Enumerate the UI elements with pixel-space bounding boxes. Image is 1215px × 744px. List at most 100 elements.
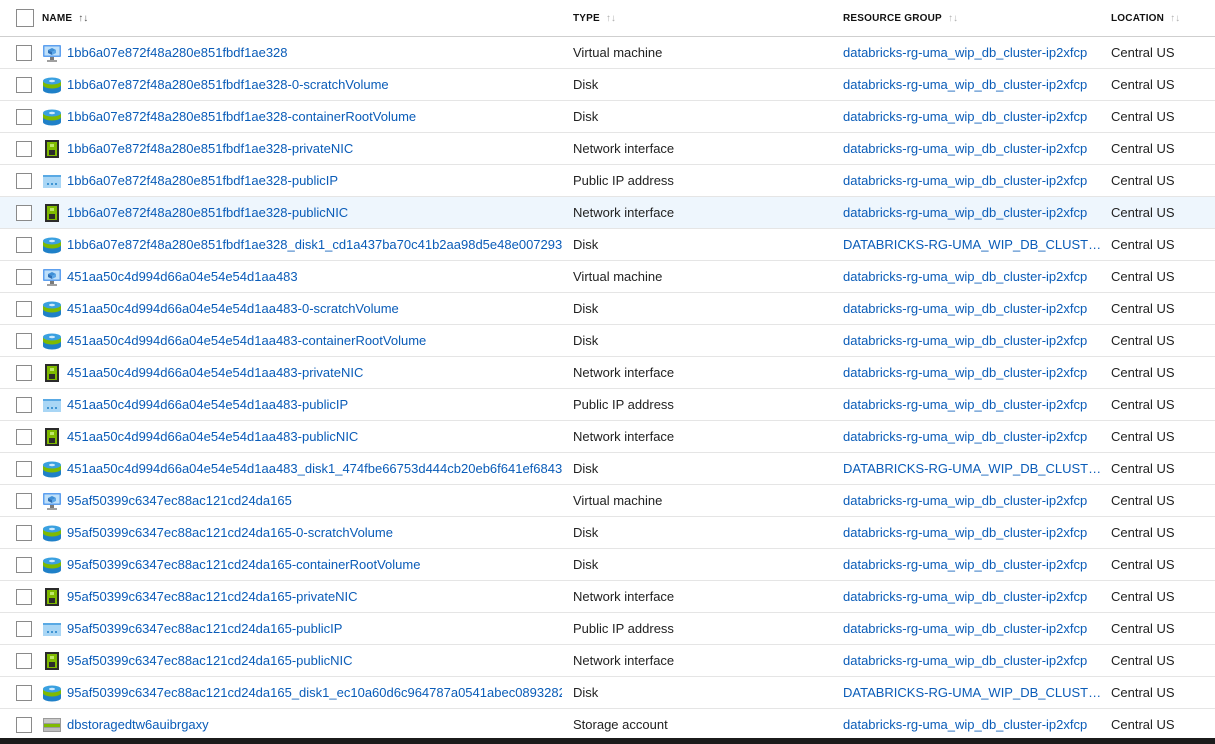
resource-name-link[interactable]: 451aa50c4d994d66a04e54e54d1aa483_disk1_4… xyxy=(67,461,562,476)
select-all-checkbox[interactable] xyxy=(16,9,34,27)
row-checkbox[interactable] xyxy=(16,492,32,509)
resource-group-link[interactable]: databricks-rg-uma_wip_db_cluster-ip2xfcp xyxy=(843,557,1087,572)
resource-group-link[interactable]: databricks-rg-uma_wip_db_cluster-ip2xfcp xyxy=(843,333,1087,348)
row-checkbox[interactable] xyxy=(16,204,32,221)
table-row[interactable]: 95af50399c6347ec88ac121cd24da165 Virtual… xyxy=(0,485,1215,517)
resource-name-link[interactable]: 95af50399c6347ec88ac121cd24da165-contain… xyxy=(67,557,420,572)
resource-group-link[interactable]: DATABRICKS-RG-UMA_WIP_DB_CLUSTER- xyxy=(843,237,1105,252)
table-row[interactable]: 95af50399c6347ec88ac121cd24da165-private… xyxy=(0,581,1215,613)
row-checkbox[interactable] xyxy=(16,44,32,61)
row-checkbox[interactable] xyxy=(16,460,32,477)
table-row[interactable]: 451aa50c4d994d66a04e54e54d1aa483_disk1_4… xyxy=(0,453,1215,485)
table-row[interactable]: 1bb6a07e872f48a280e851fbdf1ae328_disk1_c… xyxy=(0,229,1215,261)
resource-group-link[interactable]: DATABRICKS-RG-UMA_WIP_DB_CLUSTER- xyxy=(843,685,1105,700)
resource-name-link[interactable]: 451aa50c4d994d66a04e54e54d1aa483-private… xyxy=(67,365,363,380)
resource-name-link[interactable]: 1bb6a07e872f48a280e851fbdf1ae328-0-scrat… xyxy=(67,77,389,92)
table-row[interactable]: 451aa50c4d994d66a04e54e54d1aa483-publicI… xyxy=(0,389,1215,421)
row-checkbox[interactable] xyxy=(16,556,32,573)
resource-group-link[interactable]: databricks-rg-uma_wip_db_cluster-ip2xfcp xyxy=(843,205,1087,220)
row-checkbox[interactable] xyxy=(16,172,32,189)
resource-name-link[interactable]: 1bb6a07e872f48a280e851fbdf1ae328-publicN… xyxy=(67,205,348,220)
resource-group-link[interactable]: databricks-rg-uma_wip_db_cluster-ip2xfcp xyxy=(843,173,1087,188)
row-checkbox[interactable] xyxy=(16,428,32,445)
resource-name-link[interactable]: 95af50399c6347ec88ac121cd24da165_disk1_e… xyxy=(67,685,562,700)
row-checkbox[interactable] xyxy=(16,684,32,701)
resource-name-link[interactable]: 451aa50c4d994d66a04e54e54d1aa483-0-scrat… xyxy=(67,301,399,316)
location-cell: Central US xyxy=(1111,677,1215,708)
row-checkbox[interactable] xyxy=(16,396,32,413)
resource-name-link[interactable]: 451aa50c4d994d66a04e54e54d1aa483-contain… xyxy=(67,333,426,348)
table-row[interactable]: 95af50399c6347ec88ac121cd24da165-publicI… xyxy=(0,613,1215,645)
resource-group-link[interactable]: databricks-rg-uma_wip_db_cluster-ip2xfcp xyxy=(843,589,1087,604)
type-cell: Disk xyxy=(573,293,833,324)
table-row[interactable]: 1bb6a07e872f48a280e851fbdf1ae328-publicI… xyxy=(0,165,1215,197)
column-header-type[interactable]: TYPE ↑↓ xyxy=(573,0,833,36)
table-row[interactable]: 1bb6a07e872f48a280e851fbdf1ae328-contain… xyxy=(0,101,1215,133)
table-row[interactable]: 95af50399c6347ec88ac121cd24da165-contain… xyxy=(0,549,1215,581)
table-row[interactable]: 95af50399c6347ec88ac121cd24da165-0-scrat… xyxy=(0,517,1215,549)
column-header-location[interactable]: LOCATION ↑↓ xyxy=(1111,0,1215,36)
resource-name-link[interactable]: 95af50399c6347ec88ac121cd24da165 xyxy=(67,493,292,508)
resource-name-link[interactable]: 451aa50c4d994d66a04e54e54d1aa483-publicI… xyxy=(67,397,348,412)
resource-name-link[interactable]: 95af50399c6347ec88ac121cd24da165-publicN… xyxy=(67,653,353,668)
row-select-cell xyxy=(16,197,36,228)
resource-name-link[interactable]: 451aa50c4d994d66a04e54e54d1aa483 xyxy=(67,269,298,284)
table-row[interactable]: 1bb6a07e872f48a280e851fbdf1ae328 Virtual… xyxy=(0,37,1215,69)
row-checkbox[interactable] xyxy=(16,140,32,157)
row-checkbox[interactable] xyxy=(16,108,32,125)
table-row[interactable]: 451aa50c4d994d66a04e54e54d1aa483-private… xyxy=(0,357,1215,389)
table-row[interactable]: 1bb6a07e872f48a280e851fbdf1ae328-private… xyxy=(0,133,1215,165)
row-checkbox[interactable] xyxy=(16,620,32,637)
resource-group-link[interactable]: databricks-rg-uma_wip_db_cluster-ip2xfcp xyxy=(843,109,1087,124)
row-checkbox[interactable] xyxy=(16,652,32,669)
table-row[interactable]: dbstoragedtw6auibrgaxy Storage account d… xyxy=(0,709,1215,741)
resource-group-link[interactable]: databricks-rg-uma_wip_db_cluster-ip2xfcp xyxy=(843,717,1087,732)
row-checkbox[interactable] xyxy=(16,364,32,381)
table-row[interactable]: 1bb6a07e872f48a280e851fbdf1ae328-publicN… xyxy=(0,197,1215,229)
resource-name-link[interactable]: 95af50399c6347ec88ac121cd24da165-private… xyxy=(67,589,358,604)
row-checkbox[interactable] xyxy=(16,300,32,317)
resource-name-link[interactable]: 1bb6a07e872f48a280e851fbdf1ae328_disk1_c… xyxy=(67,237,562,252)
resource-group-link[interactable]: databricks-rg-uma_wip_db_cluster-ip2xfcp xyxy=(843,397,1087,412)
row-checkbox[interactable] xyxy=(16,588,32,605)
resource-name-link[interactable]: 1bb6a07e872f48a280e851fbdf1ae328-contain… xyxy=(67,109,416,124)
resource-group-link[interactable]: databricks-rg-uma_wip_db_cluster-ip2xfcp xyxy=(843,269,1087,284)
location-cell: Central US xyxy=(1111,421,1215,452)
row-checkbox[interactable] xyxy=(16,76,32,93)
resource-name-link[interactable]: 1bb6a07e872f48a280e851fbdf1ae328-private… xyxy=(67,141,353,156)
row-checkbox[interactable] xyxy=(16,236,32,253)
resource-name-link[interactable]: 1bb6a07e872f48a280e851fbdf1ae328-publicI… xyxy=(67,173,338,188)
resource-group-link[interactable]: databricks-rg-uma_wip_db_cluster-ip2xfcp xyxy=(843,141,1087,156)
table-row[interactable]: 451aa50c4d994d66a04e54e54d1aa483-contain… xyxy=(0,325,1215,357)
resource-name-link[interactable]: dbstoragedtw6auibrgaxy xyxy=(67,717,209,732)
row-checkbox[interactable] xyxy=(16,524,32,541)
disk-icon xyxy=(42,555,62,575)
resource-group-link[interactable]: databricks-rg-uma_wip_db_cluster-ip2xfcp xyxy=(843,429,1087,444)
resource-group-link[interactable]: databricks-rg-uma_wip_db_cluster-ip2xfcp xyxy=(843,301,1087,316)
resource-group-link[interactable]: databricks-rg-uma_wip_db_cluster-ip2xfcp xyxy=(843,653,1087,668)
resource-group-link[interactable]: databricks-rg-uma_wip_db_cluster-ip2xfcp xyxy=(843,77,1087,92)
row-checkbox[interactable] xyxy=(16,268,32,285)
resource-name-link[interactable]: 95af50399c6347ec88ac121cd24da165-0-scrat… xyxy=(67,525,393,540)
table-row[interactable]: 451aa50c4d994d66a04e54e54d1aa483-publicN… xyxy=(0,421,1215,453)
resource-name-link[interactable]: 451aa50c4d994d66a04e54e54d1aa483-publicN… xyxy=(67,429,358,444)
resource-group-link[interactable]: databricks-rg-uma_wip_db_cluster-ip2xfcp xyxy=(843,45,1087,60)
resource-group-link[interactable]: DATABRICKS-RG-UMA_WIP_DB_CLUSTER- xyxy=(843,461,1105,476)
resource-group-link[interactable]: databricks-rg-uma_wip_db_cluster-ip2xfcp xyxy=(843,621,1087,636)
table-row[interactable]: 451aa50c4d994d66a04e54e54d1aa483-0-scrat… xyxy=(0,293,1215,325)
table-row[interactable]: 1bb6a07e872f48a280e851fbdf1ae328-0-scrat… xyxy=(0,69,1215,101)
table-row[interactable]: 95af50399c6347ec88ac121cd24da165_disk1_e… xyxy=(0,677,1215,709)
table-row[interactable]: 451aa50c4d994d66a04e54e54d1aa483 Virtual… xyxy=(0,261,1215,293)
resource-name-link[interactable]: 95af50399c6347ec88ac121cd24da165-publicI… xyxy=(67,621,342,636)
column-header-resource-group[interactable]: RESOURCE GROUP ↑↓ xyxy=(843,0,1105,36)
column-header-name[interactable]: NAME ↑↓ xyxy=(42,0,562,36)
resource-name-link[interactable]: 1bb6a07e872f48a280e851fbdf1ae328 xyxy=(67,45,288,60)
row-checkbox[interactable] xyxy=(16,716,32,733)
table-row[interactable]: 95af50399c6347ec88ac121cd24da165-publicN… xyxy=(0,645,1215,677)
resource-group-link[interactable]: databricks-rg-uma_wip_db_cluster-ip2xfcp xyxy=(843,525,1087,540)
resource-group-link[interactable]: databricks-rg-uma_wip_db_cluster-ip2xfcp xyxy=(843,365,1087,380)
resource-type: Virtual machine xyxy=(573,493,663,508)
resource-group-cell: databricks-rg-uma_wip_db_cluster-ip2xfcp xyxy=(843,421,1105,452)
row-checkbox[interactable] xyxy=(16,332,32,349)
resource-group-link[interactable]: databricks-rg-uma_wip_db_cluster-ip2xfcp xyxy=(843,493,1087,508)
